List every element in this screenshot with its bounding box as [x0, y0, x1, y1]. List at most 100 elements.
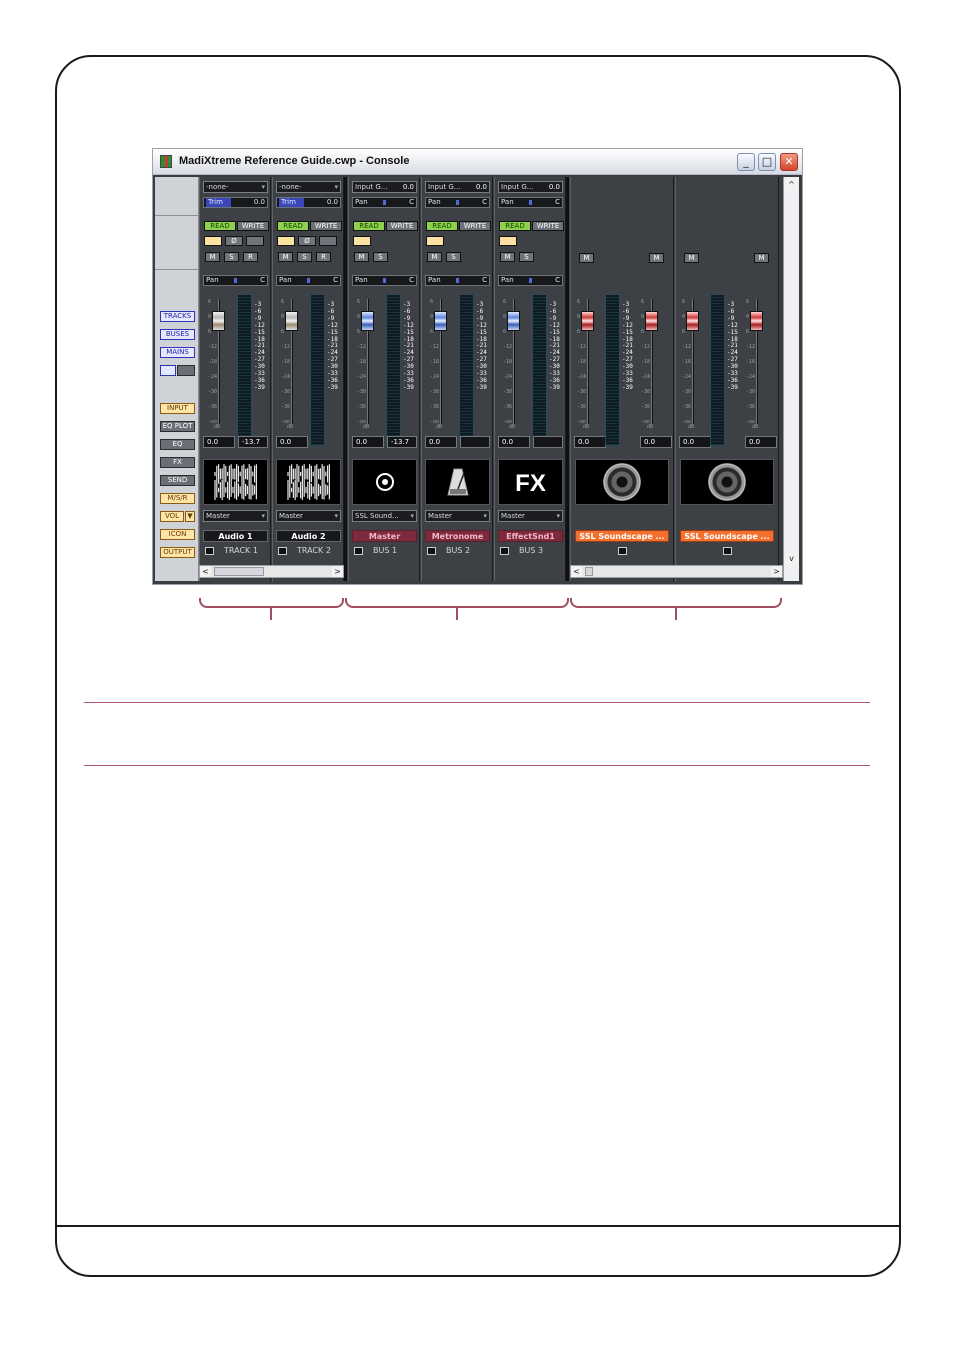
strip-name[interactable]: EffectSnd1 [498, 530, 563, 542]
strip-icon-box[interactable] [203, 459, 268, 505]
strip-name[interactable]: Audio 2 [276, 530, 341, 542]
solo-button[interactable]: S [297, 252, 312, 262]
mains-scrollbar[interactable]: < > [570, 565, 783, 578]
scroll-down-icon[interactable]: v [786, 553, 797, 564]
maximize-button[interactable]: □ [758, 153, 776, 171]
write-button[interactable]: WRITE [237, 221, 269, 231]
write-button[interactable]: WRITE [310, 221, 342, 231]
fader-value[interactable]: 0.0 [640, 436, 672, 448]
input-echo-icon[interactable] [499, 236, 517, 246]
solo-button[interactable]: S [373, 252, 388, 262]
fader-value[interactable]: 0.0 [276, 436, 308, 448]
pan-control[interactable]: Pan C [203, 275, 268, 286]
output-selector[interactable]: SSL Sound... ▾ [352, 510, 417, 522]
mute-button[interactable]: M [427, 252, 442, 262]
fader-value[interactable]: 0.0 [574, 436, 606, 448]
strip-icon-box[interactable] [425, 459, 490, 505]
strip-icon-box[interactable] [352, 459, 417, 505]
interleave-icon[interactable] [319, 236, 337, 246]
fader-cap[interactable] [285, 311, 298, 331]
strip-name[interactable]: Metronome [425, 530, 490, 542]
fader-value[interactable]: 0.0 [745, 436, 777, 448]
vertical-scrollbar[interactable]: ^ v [783, 177, 799, 581]
icon-button[interactable]: ICON [160, 529, 195, 540]
input-echo-icon[interactable] [204, 236, 222, 246]
trim-control[interactable]: Trim 0.0 [203, 197, 268, 208]
read-button[interactable]: READ [204, 221, 236, 231]
narrow-strip-icon[interactable] [160, 365, 176, 376]
mute-button-right[interactable]: M [754, 253, 769, 263]
input-selector[interactable]: -none- ▾ [203, 181, 268, 193]
trim-control[interactable]: Trim 0.0 [276, 197, 341, 208]
msr-button[interactable]: M/S/R [160, 493, 195, 504]
scroll-thumb[interactable] [585, 567, 593, 576]
read-button[interactable]: READ [499, 221, 531, 231]
scroll-up-icon[interactable]: ^ [786, 179, 797, 190]
read-button[interactable]: READ [277, 221, 309, 231]
fader-value[interactable]: 0.0 [679, 436, 711, 448]
strip-type-icon[interactable] [500, 547, 509, 555]
fader-cap[interactable] [434, 311, 447, 331]
strip-type-icon[interactable] [278, 547, 287, 555]
output-selector[interactable]: Master ▾ [276, 510, 341, 522]
close-button[interactable]: ✕ [780, 153, 798, 171]
strip-icon-box[interactable] [276, 459, 341, 505]
pan-control[interactable]: Pan C [498, 275, 563, 286]
mute-button[interactable]: M [354, 252, 369, 262]
eq-plot-button[interactable]: EQ PLOT [160, 421, 195, 432]
scroll-thumb[interactable] [214, 567, 264, 576]
strip-type-icon[interactable] [354, 547, 363, 555]
write-button[interactable]: WRITE [459, 221, 491, 231]
main-output-name[interactable]: SSL Soundscape ... [680, 530, 774, 542]
minimize-button[interactable]: _ [737, 153, 755, 171]
mute-button-left[interactable]: M [579, 253, 594, 263]
buses-button[interactable]: BUSES [160, 329, 195, 340]
input-selector[interactable]: Input G... 0.0 [498, 181, 563, 193]
pan-control-top[interactable]: Pan C [352, 197, 417, 208]
scroll-right-icon[interactable]: > [332, 566, 343, 577]
speaker-icon-box[interactable] [575, 459, 669, 505]
fader-value[interactable]: 0.0 [203, 436, 235, 448]
scroll-left-icon[interactable]: < [571, 566, 582, 577]
fader-value[interactable]: 0.0 [498, 436, 530, 448]
phase-button[interactable]: Ø [225, 236, 243, 246]
input-echo-icon[interactable] [277, 236, 295, 246]
input-selector[interactable]: Input G... 0.0 [425, 181, 490, 193]
pan-control-top[interactable]: Pan C [498, 197, 563, 208]
fader-value[interactable]: 0.0 [425, 436, 457, 448]
fader-cap[interactable] [750, 311, 763, 331]
solo-button[interactable]: S [446, 252, 461, 262]
fader-cap[interactable] [581, 311, 594, 331]
record-arm-button[interactable]: R [243, 252, 258, 262]
output-button[interactable]: OUTPUT [160, 547, 195, 558]
input-selector[interactable]: Input G... 0.0 [352, 181, 417, 193]
send-button[interactable]: SEND [160, 475, 195, 486]
title-bar[interactable]: MadiXtreme Reference Guide.cwp - Console… [153, 149, 802, 175]
mute-button[interactable]: M [205, 252, 220, 262]
vol-dropdown-arrow-icon[interactable]: ▼ [185, 511, 195, 522]
main-type-icon[interactable] [618, 547, 627, 555]
write-button[interactable]: WRITE [532, 221, 564, 231]
eq-button[interactable]: EQ [160, 439, 195, 450]
output-selector[interactable]: Master ▾ [425, 510, 490, 522]
strip-name[interactable]: Audio 1 [203, 530, 268, 542]
fader-value[interactable]: 0.0 [352, 436, 384, 448]
fader-cap[interactable] [507, 311, 520, 331]
fader-cap[interactable] [645, 311, 658, 331]
strip-icon-box[interactable]: FX [498, 459, 563, 505]
strip-name[interactable]: Master [352, 530, 417, 542]
write-button[interactable]: WRITE [386, 221, 418, 231]
fader-cap[interactable] [212, 311, 225, 331]
fx-button[interactable]: FX [160, 457, 195, 468]
read-button[interactable]: READ [353, 221, 385, 231]
solo-button[interactable]: S [224, 252, 239, 262]
phase-button[interactable]: Ø [298, 236, 316, 246]
mute-button-right[interactable]: M [649, 253, 664, 263]
read-button[interactable]: READ [426, 221, 458, 231]
input-echo-icon[interactable] [353, 236, 371, 246]
mute-button[interactable]: M [500, 252, 515, 262]
scroll-left-icon[interactable]: < [200, 566, 211, 577]
tracks-scrollbar[interactable]: < > [199, 565, 344, 578]
output-selector[interactable]: Master ▾ [498, 510, 563, 522]
scroll-right-icon[interactable]: > [771, 566, 782, 577]
